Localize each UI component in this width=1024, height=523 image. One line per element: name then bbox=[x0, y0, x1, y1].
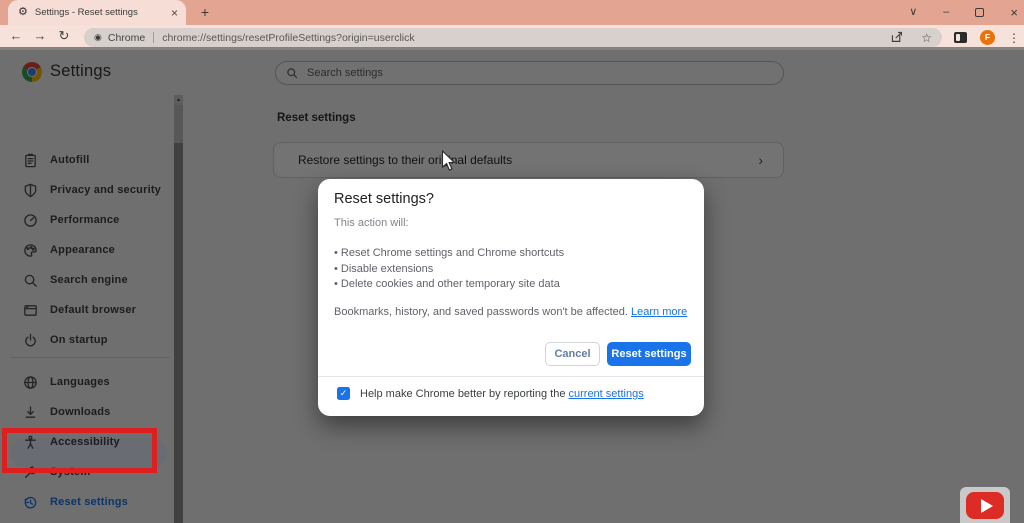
tab-search-chevron-icon[interactable]: ∨ bbox=[909, 7, 917, 18]
close-window-button[interactable]: × bbox=[1010, 6, 1018, 19]
profile-avatar[interactable]: F bbox=[980, 30, 995, 45]
reset-settings-button[interactable]: Reset settings bbox=[607, 342, 691, 366]
menu-more-icon[interactable]: ⋮ bbox=[1008, 31, 1020, 45]
address-bar[interactable]: ◉ Chrome chrome://settings/resetProfileS… bbox=[84, 28, 942, 47]
checkbox-label: Help make Chrome better by reporting the… bbox=[360, 388, 644, 400]
reload-button[interactable]: ↻ bbox=[52, 25, 76, 47]
dialog-intro: This action will: bbox=[334, 217, 409, 229]
annotation-highlight-rect bbox=[2, 428, 157, 473]
tab-close-icon[interactable]: × bbox=[171, 6, 178, 20]
dialog-divider bbox=[318, 376, 704, 377]
site-label: Chrome bbox=[107, 31, 146, 44]
current-settings-link[interactable]: current settings bbox=[569, 388, 644, 400]
url-text[interactable]: chrome://settings/resetProfileSettings?o… bbox=[162, 32, 882, 44]
bullet-item: Disable extensions bbox=[334, 262, 564, 278]
restore-window-button[interactable] bbox=[975, 8, 985, 17]
minimize-window-button[interactable]: – bbox=[943, 7, 949, 18]
tab-settings[interactable]: ⚙ Settings - Reset settings × bbox=[8, 0, 186, 25]
dialog-note: Bookmarks, history, and saved passwords … bbox=[334, 306, 688, 318]
site-info-icon[interactable]: ◉ bbox=[94, 32, 102, 43]
bullet-item: Reset Chrome settings and Chrome shortcu… bbox=[334, 246, 564, 262]
new-tab-button[interactable]: + bbox=[196, 2, 214, 22]
url-separator bbox=[153, 32, 155, 43]
cancel-button[interactable]: Cancel bbox=[545, 342, 600, 366]
back-button[interactable]: ← bbox=[4, 25, 28, 47]
dialog-bullet-list: Reset Chrome settings and Chrome shortcu… bbox=[334, 246, 564, 293]
share-icon[interactable] bbox=[890, 30, 903, 46]
youtube-watermark bbox=[960, 487, 1010, 523]
bookmark-star-icon[interactable]: ☆ bbox=[921, 32, 932, 44]
browser-toolbar: ← → ↻ ◉ Chrome chrome://settings/resetPr… bbox=[0, 25, 1024, 50]
side-panel-icon[interactable] bbox=[954, 32, 967, 43]
reset-settings-dialog: Reset settings? This action will: Reset … bbox=[318, 179, 704, 416]
mouse-cursor bbox=[441, 149, 457, 177]
browser-window: ⚙ Settings - Reset settings × + ∨ – × ← … bbox=[0, 0, 1024, 523]
report-settings-checkbox[interactable]: ✓ bbox=[337, 387, 350, 400]
bullet-item: Delete cookies and other temporary site … bbox=[334, 277, 564, 293]
learn-more-link[interactable]: Learn more bbox=[631, 306, 687, 318]
gear-icon: ⚙ bbox=[18, 6, 28, 18]
tab-strip: ⚙ Settings - Reset settings × + ∨ – × bbox=[0, 0, 1024, 25]
forward-button[interactable]: → bbox=[28, 25, 52, 47]
dialog-title: Reset settings? bbox=[334, 191, 434, 207]
tab-title: Settings - Reset settings bbox=[34, 7, 138, 18]
youtube-logo-icon bbox=[966, 492, 1004, 519]
